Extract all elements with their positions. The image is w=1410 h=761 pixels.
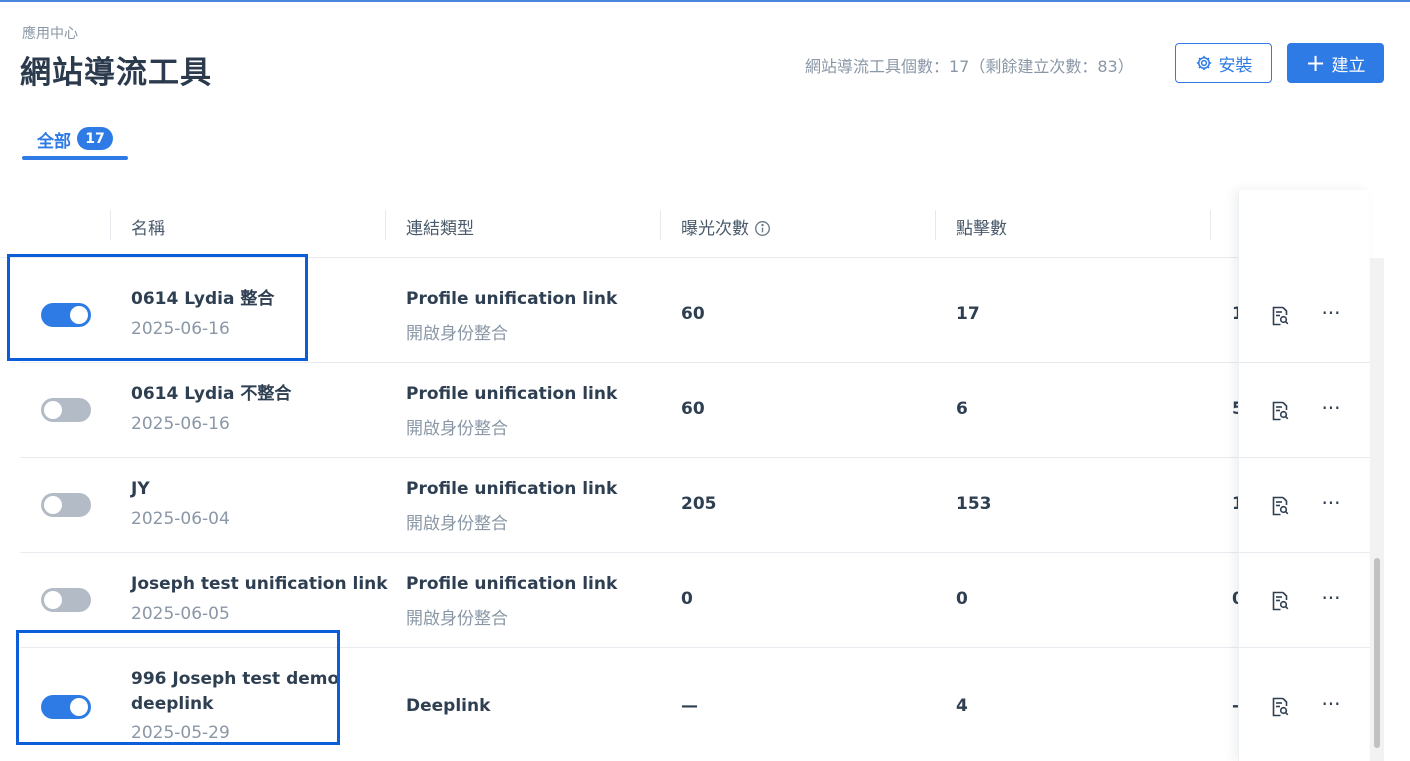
- row-link-type: Profile unification link: [406, 574, 618, 594]
- row-impressions: —: [681, 696, 698, 716]
- status-toggle[interactable]: [41, 303, 91, 327]
- column-divider: [1210, 210, 1211, 240]
- report-icon[interactable]: [1271, 496, 1289, 516]
- more-options-icon[interactable]: ···: [1321, 398, 1341, 418]
- row-link-type: Profile unification link: [406, 479, 618, 499]
- row-clicks: 6: [956, 399, 968, 419]
- row-clicks: 0: [956, 589, 968, 609]
- column-header-link-type[interactable]: 連結類型: [406, 214, 474, 239]
- column-divider: [660, 210, 661, 240]
- column-divider: [935, 210, 936, 240]
- row-impressions: 0: [681, 589, 693, 609]
- table-row: 0614 Lydia 整合 2025-06-16 Profile unifica…: [20, 268, 1240, 363]
- report-icon[interactable]: [1271, 697, 1289, 717]
- row-clicks: 153: [956, 494, 992, 514]
- row-actions: ···: [1239, 268, 1370, 363]
- toggle-knob: [44, 496, 62, 514]
- status-toggle[interactable]: [41, 493, 91, 517]
- row-actions: ···: [1239, 458, 1370, 553]
- toggle-knob: [44, 401, 62, 419]
- install-button-label: 安裝: [1218, 55, 1253, 76]
- column-header-clicks[interactable]: 點擊數: [956, 214, 1007, 239]
- status-toggle[interactable]: [41, 588, 91, 612]
- row-link-subtype: 開啟身份整合: [406, 609, 508, 629]
- toggle-knob: [70, 306, 88, 324]
- create-button[interactable]: + 建立: [1287, 43, 1384, 83]
- count-badge: 17: [77, 127, 113, 150]
- report-icon[interactable]: [1271, 401, 1289, 421]
- row-date: 2025-06-05: [131, 604, 230, 624]
- table-header: 名稱 連結類型 曝光次數 點擊數: [0, 190, 1240, 258]
- row-clicks: 17: [956, 304, 980, 324]
- info-icon[interactable]: [754, 220, 771, 237]
- status-toggle[interactable]: [41, 398, 91, 422]
- row-name[interactable]: 0614 Lydia 不整合: [131, 382, 366, 407]
- row-impressions: 205: [681, 494, 717, 514]
- row-link-subtype: 開啟身份整合: [406, 324, 508, 344]
- row-name[interactable]: Joseph test unification link: [131, 572, 391, 597]
- plus-icon: +: [1305, 49, 1326, 77]
- report-icon[interactable]: [1271, 306, 1289, 326]
- row-name[interactable]: 996 Joseph test demo deeplink: [131, 667, 366, 717]
- column-divider: [110, 210, 111, 240]
- column-header-impressions-label: 曝光次數: [681, 219, 749, 239]
- toggle-knob: [44, 591, 62, 609]
- table-row: 996 Joseph test demo deeplink 2025-05-29…: [20, 648, 1240, 761]
- row-link-subtype: 開啟身份整合: [406, 514, 508, 534]
- status-toggle[interactable]: [41, 695, 91, 719]
- more-options-icon[interactable]: ···: [1321, 588, 1341, 608]
- breadcrumb[interactable]: 應用中心: [22, 23, 78, 43]
- row-actions: ···: [1239, 648, 1370, 761]
- scrollbar-thumb[interactable]: [1374, 558, 1380, 748]
- column-header-name[interactable]: 名稱: [131, 214, 165, 239]
- install-button[interactable]: 安裝: [1175, 43, 1272, 83]
- report-icon[interactable]: [1271, 591, 1289, 611]
- more-options-icon[interactable]: ···: [1321, 694, 1341, 714]
- toggle-knob: [70, 698, 88, 716]
- actions-header: [1239, 190, 1370, 258]
- quota-text: 網站導流工具個數：17（剩餘建立次數：83）: [805, 57, 1134, 76]
- table-row: 0614 Lydia 不整合 2025-06-16 Profile unific…: [20, 363, 1240, 458]
- row-link-type: Deeplink: [406, 696, 491, 716]
- row-name[interactable]: JY: [131, 477, 366, 502]
- row-actions: ···: [1239, 553, 1370, 648]
- create-button-label: 建立: [1331, 55, 1366, 76]
- top-accent-line: [0, 0, 1410, 2]
- row-date: 2025-06-04: [131, 509, 230, 529]
- row-name[interactable]: 0614 Lydia 整合: [131, 287, 366, 312]
- row-date: 2025-05-29: [131, 723, 230, 743]
- table-row: Joseph test unification link 2025-06-05 …: [20, 553, 1240, 648]
- row-impressions: 60: [681, 304, 705, 324]
- column-header-impressions[interactable]: 曝光次數: [681, 214, 771, 239]
- row-impressions: 60: [681, 399, 705, 419]
- row-link-type: Profile unification link: [406, 384, 618, 404]
- row-date: 2025-06-16: [131, 414, 230, 434]
- row-actions-column: ··· ··· ··· ··· ···: [1238, 190, 1370, 761]
- tab-all[interactable]: 全部 17: [22, 122, 128, 161]
- vertical-scrollbar[interactable]: [1370, 258, 1384, 761]
- more-options-icon[interactable]: ···: [1321, 493, 1341, 513]
- tab-active-indicator: [22, 156, 128, 160]
- table-row: JY 2025-06-04 Profile unification link 開…: [20, 458, 1240, 553]
- more-options-icon[interactable]: ···: [1321, 303, 1341, 323]
- tab-label: 全部: [37, 132, 71, 152]
- gear-icon: [1195, 54, 1213, 72]
- page-title: 網站導流工具: [20, 55, 212, 91]
- row-link-type: Profile unification link: [406, 289, 618, 309]
- tools-table: 名稱 連結類型 曝光次數 點擊數 0614 Lydia 整合 2025-06-1…: [0, 190, 1372, 761]
- row-clicks: 4: [956, 696, 968, 716]
- row-link-subtype: 開啟身份整合: [406, 419, 508, 439]
- row-date: 2025-06-16: [131, 319, 230, 339]
- row-actions: ···: [1239, 363, 1370, 458]
- column-divider: [385, 210, 386, 240]
